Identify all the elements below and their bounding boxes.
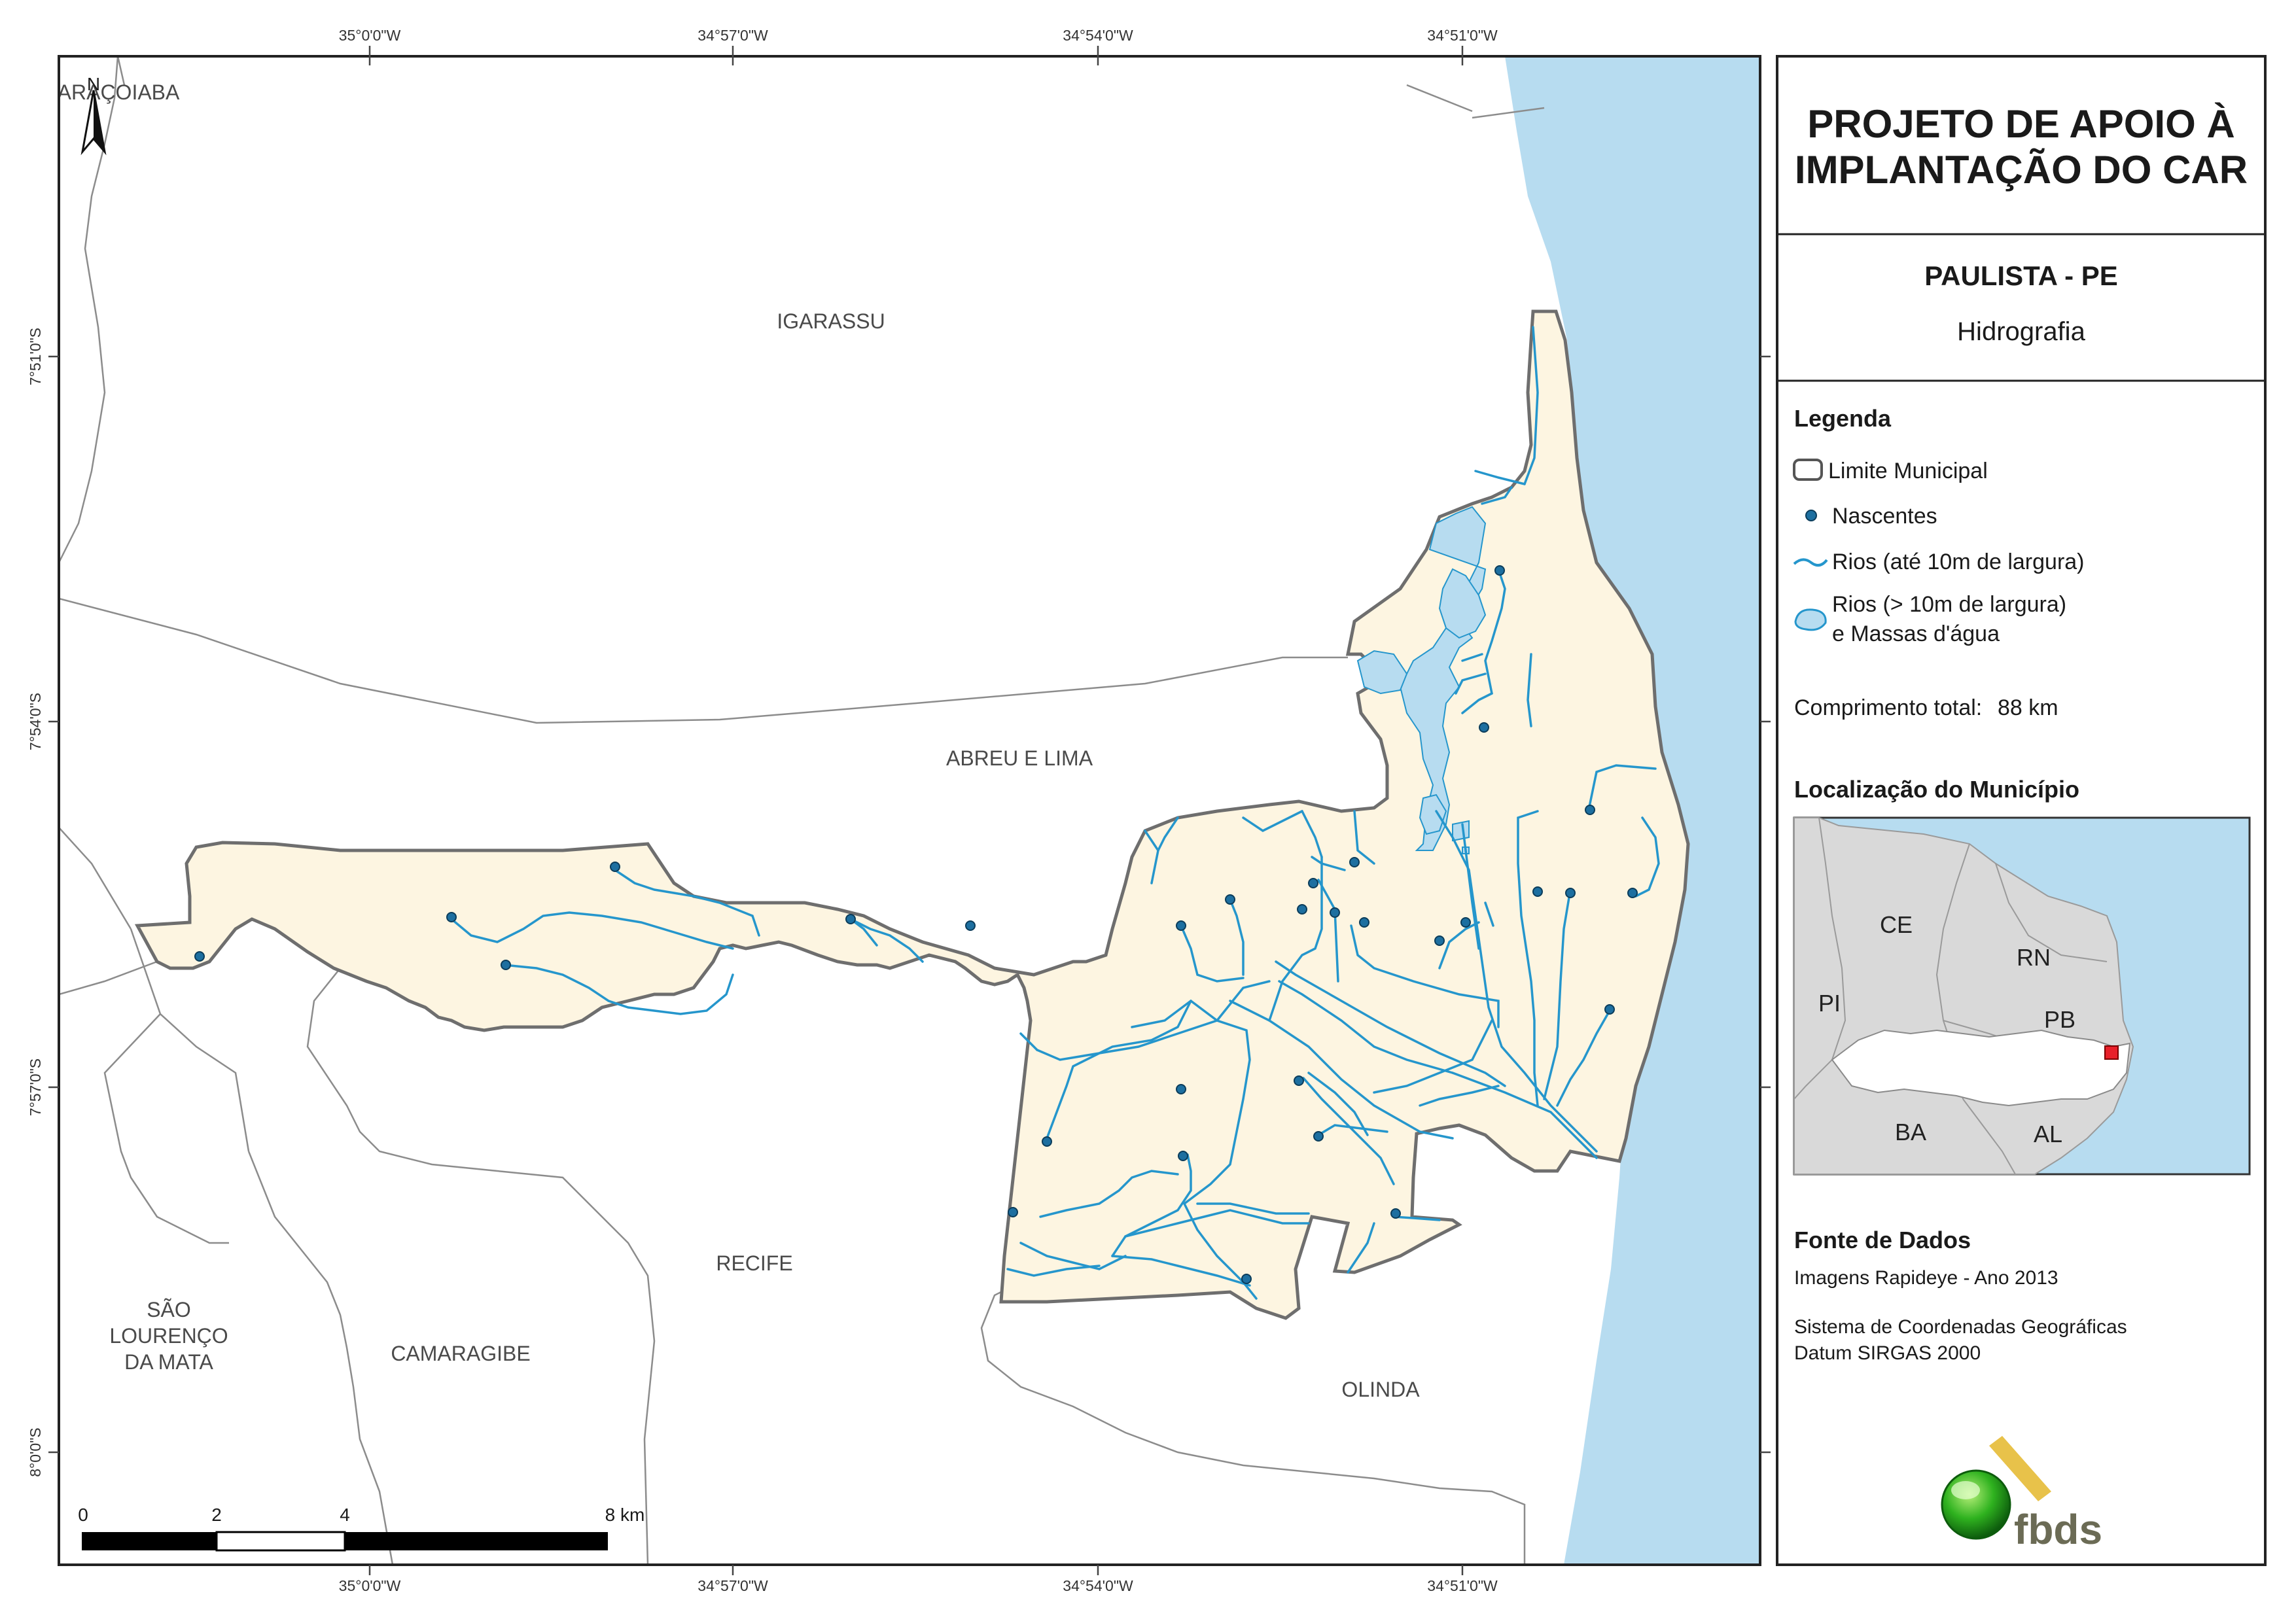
- lat-label-left: 7°51'0"S: [27, 328, 44, 385]
- map-sheet: ARAÇOIABA IGARASSU ABREU E LIMA RECIFE C…: [27, 27, 2267, 1594]
- lon-label-bottom: 34°51'0"W: [1427, 1577, 1498, 1594]
- legend-waterbody-icon: [1794, 608, 1827, 631]
- lon-label-top: 34°54'0"W: [1063, 27, 1133, 44]
- logo-text: fbds: [2014, 1506, 2102, 1553]
- legend-title: Legenda: [1794, 405, 1892, 432]
- source-line2: Sistema de Coordenadas Geográficas: [1794, 1316, 2127, 1338]
- source-line1: Imagens Rapideye - Ano 2013: [1794, 1267, 2058, 1289]
- scale-tick-8: 8 km: [605, 1505, 645, 1525]
- inset-label-rn: RN: [2017, 944, 2051, 971]
- location-inset: Localização do Município CE RN PI PB BA …: [1793, 776, 2251, 1176]
- inset-label-ba: BA: [1895, 1119, 1926, 1145]
- scale-tick-0: 0: [78, 1505, 88, 1525]
- label-sao-lourenco-line3: DA MATA: [124, 1350, 213, 1374]
- lon-label-bottom: 35°0'0"W: [339, 1577, 401, 1594]
- legend-label-rios-large-2: e Massas d'água: [1832, 621, 2000, 646]
- source-title: Fonte de Dados: [1794, 1227, 1971, 1253]
- legend-label-rios-large-1: Rios (> 10m de largura): [1832, 592, 2066, 617]
- lon-label-bottom: 34°54'0"W: [1063, 1577, 1133, 1594]
- lat-label-left: 7°57'0"S: [27, 1058, 44, 1116]
- north-label: N: [87, 74, 100, 94]
- label-olinda: OLINDA: [1341, 1378, 1420, 1401]
- pond-1: [1452, 820, 1470, 842]
- lon-label-bottom: 34°57'0"W: [698, 1577, 768, 1594]
- scale-tick-4: 4: [340, 1505, 350, 1525]
- label-sao-lourenco-line2: LOURENÇO: [109, 1324, 228, 1348]
- label-abreu-e-lima: ABREU E LIMA: [946, 746, 1093, 770]
- legend-boundary-icon: [1793, 459, 1823, 481]
- label-camaragibe: CAMARAGIBE: [391, 1342, 530, 1365]
- legend-label-rios-small: Rios (até 10m de largura): [1832, 550, 2085, 574]
- total-length-value: 88 km: [1998, 695, 2058, 720]
- logo-sphere-icon: [1941, 1469, 2011, 1540]
- lat-label-left: 7°54'0"S: [27, 693, 44, 750]
- source-line3: Datum SIRGAS 2000: [1794, 1342, 1981, 1364]
- lon-label-top: 34°51'0"W: [1427, 27, 1498, 44]
- label-aracoiaba: ARAÇOIABA: [58, 80, 180, 104]
- label-igarassu: IGARASSU: [777, 309, 885, 333]
- total-length-label: Comprimento total:: [1794, 695, 1982, 720]
- inset-label-pb: PB: [2044, 1006, 2075, 1033]
- inset-label-al: AL: [2034, 1121, 2062, 1147]
- label-sao-lourenco-line1: SÃO: [147, 1298, 191, 1321]
- label-recife: RECIFE: [716, 1251, 792, 1275]
- map-title-line1: PROJETO DE APOIO À: [1807, 102, 2234, 146]
- legend-spring-icon: [1805, 510, 1817, 521]
- inset-label-pi: PI: [1818, 990, 1841, 1017]
- lat-label-left: 8°0'0"S: [27, 1427, 44, 1476]
- municipality-title: PAULISTA - PE: [1924, 260, 2118, 291]
- theme-title: Hidrografia: [1957, 317, 2085, 346]
- lon-label-top: 35°0'0"W: [339, 27, 401, 44]
- location-title: Localização do Município: [1794, 776, 2079, 803]
- map-area[interactable]: ARAÇOIABA IGARASSU ABREU E LIMA RECIFE C…: [27, 27, 1771, 1594]
- legend-label-limite: Limite Municipal: [1828, 459, 1988, 483]
- scale-tick-2: 2: [211, 1505, 222, 1525]
- lon-label-top: 34°57'0"W: [698, 27, 768, 44]
- inset-label-ce: CE: [1880, 911, 1913, 938]
- legend-label-nascentes: Nascentes: [1832, 504, 1937, 529]
- info-panel: PROJETO DE APOIO À IMPLANTAÇÃO DO CAR PA…: [1776, 55, 2267, 1566]
- paulista-location-marker: [2104, 1045, 2119, 1060]
- map-title-line2: IMPLANTAÇÃO DO CAR: [1795, 148, 2248, 192]
